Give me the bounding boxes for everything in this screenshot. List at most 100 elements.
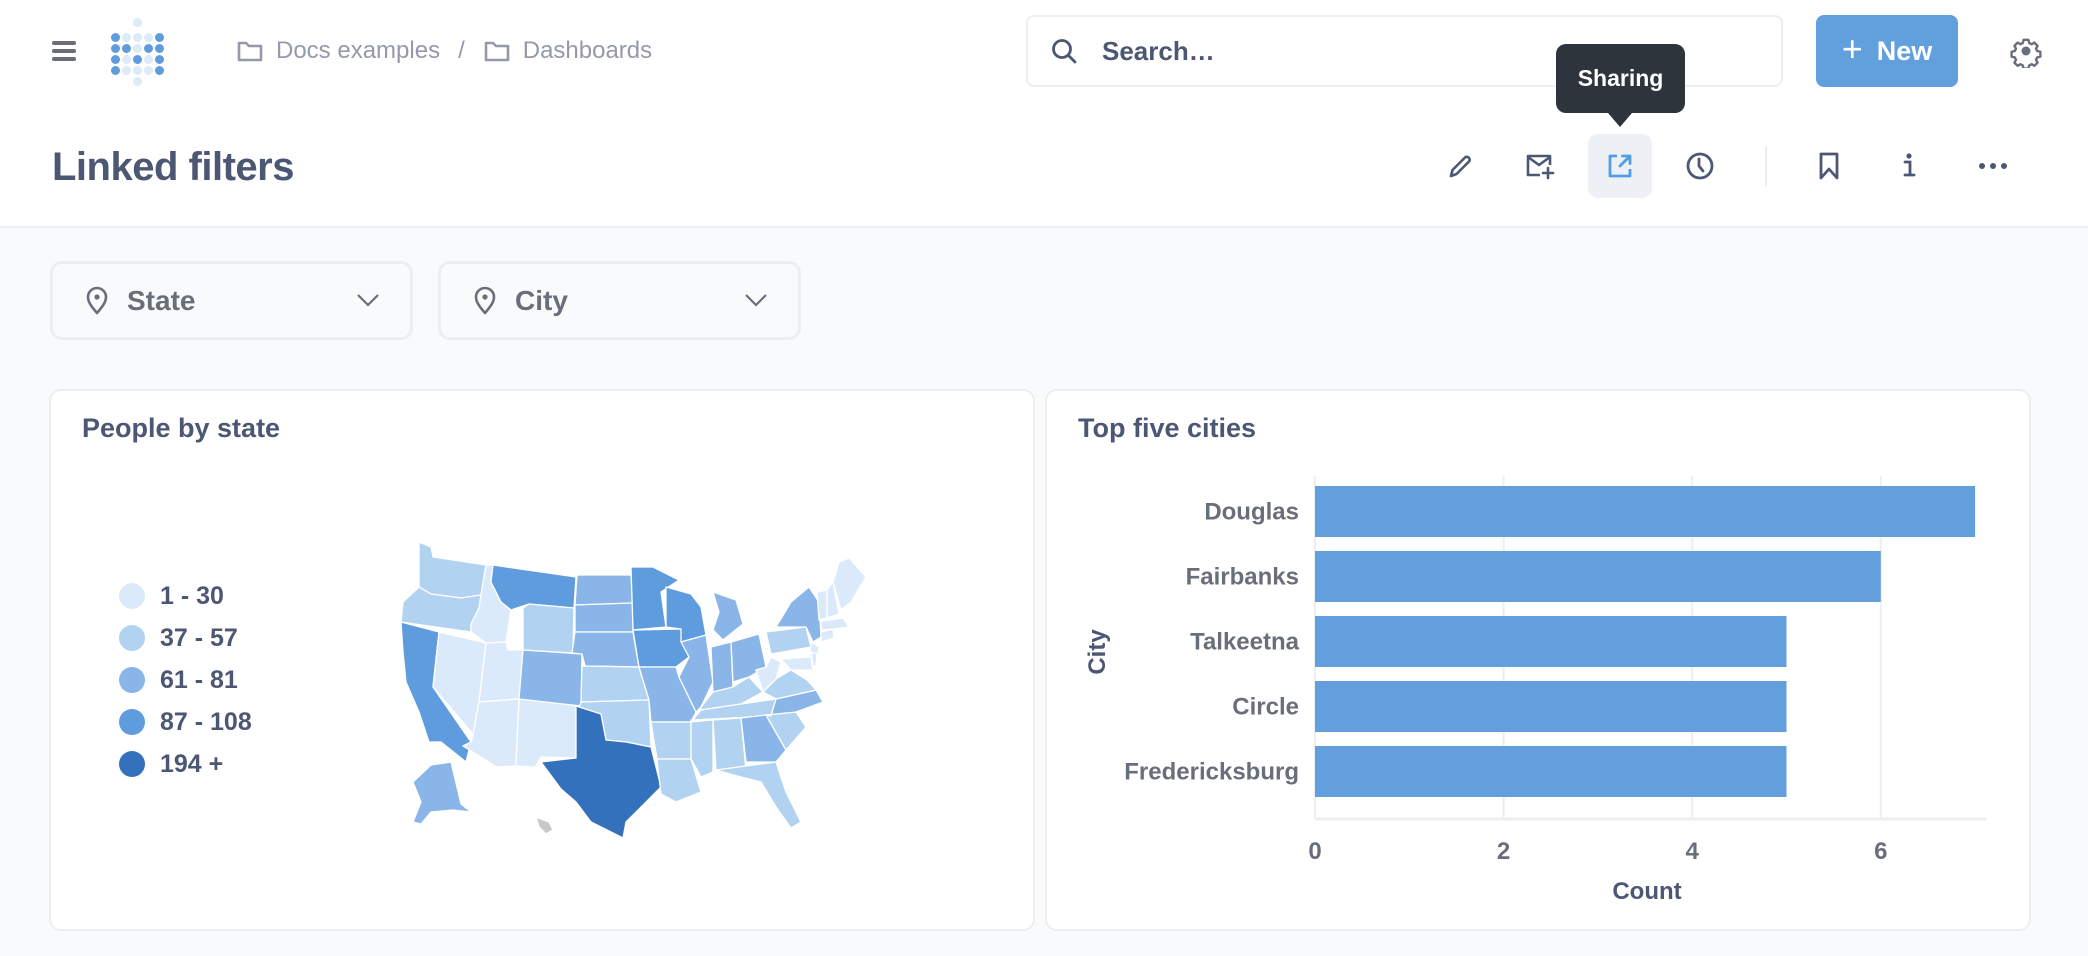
folder-icon — [237, 41, 263, 62]
logo-dot — [133, 18, 142, 27]
chevron-down-icon — [745, 294, 767, 307]
state-ar[interactable] — [650, 721, 692, 760]
card-title[interactable]: People by state — [82, 413, 280, 444]
x-tick-label: 6 — [1874, 838, 1887, 865]
logo-dot — [111, 66, 120, 75]
state-md[interactable] — [780, 656, 814, 671]
x-tick-label: 4 — [1686, 838, 1700, 865]
state-sd[interactable] — [574, 602, 634, 633]
y-category-label: Fredericksburg — [1124, 759, 1299, 786]
edit-button[interactable] — [1428, 134, 1492, 198]
city-filter[interactable]: City — [438, 261, 801, 340]
plus-icon: + — [1841, 28, 1863, 69]
logo-dot — [155, 66, 164, 75]
info-icon — [1903, 153, 1916, 177]
state-filter[interactable]: State — [50, 261, 413, 340]
state-me[interactable] — [832, 557, 867, 611]
breadcrumb: Docs examples / Dashboards — [236, 30, 652, 72]
legend-swatch — [119, 751, 145, 777]
history-button[interactable] — [1668, 134, 1732, 198]
legend-swatch — [119, 709, 145, 735]
people-by-state-card[interactable]: People by state 1 - 30 37 - 57 61 - 81 8… — [49, 389, 1035, 931]
state-mi[interactable] — [712, 591, 744, 641]
x-tick-label: 2 — [1497, 838, 1510, 865]
state-pa[interactable] — [765, 626, 812, 655]
logo-dot — [133, 77, 142, 86]
bar-fairbanks[interactable] — [1315, 551, 1881, 602]
logo-dot — [111, 33, 120, 42]
logo-dot — [122, 55, 131, 64]
logo-dot — [111, 55, 120, 64]
state-hi[interactable] — [535, 816, 554, 835]
logo-dot — [111, 44, 120, 53]
page-title: Linked filters — [52, 145, 294, 189]
legend-label: 37 - 57 — [160, 623, 238, 652]
bar-fredericksburg[interactable] — [1315, 746, 1787, 797]
bookmark-icon — [1819, 152, 1839, 180]
logo-dot — [155, 33, 164, 42]
dashboard-header — [0, 102, 2088, 228]
hamburger-icon[interactable] — [52, 41, 76, 61]
state-mt[interactable] — [490, 564, 577, 611]
state-ak[interactable] — [412, 761, 472, 825]
info-button[interactable] — [1877, 134, 1941, 198]
breadcrumb-dashboards[interactable]: Dashboards — [483, 37, 652, 65]
filter-label: State — [127, 284, 196, 316]
logo-dot — [133, 44, 142, 53]
legend-swatch — [119, 583, 145, 609]
sharing-tooltip: Sharing — [1556, 44, 1685, 127]
bookmark-button[interactable] — [1797, 134, 1861, 198]
state-fl[interactable] — [715, 761, 802, 829]
share-icon — [1608, 154, 1632, 178]
state-nm[interactable] — [515, 698, 577, 768]
legend-item: 61 - 81 — [119, 665, 238, 695]
logo-dot — [155, 55, 164, 64]
legend-item: 37 - 57 — [119, 623, 238, 653]
state-in[interactable] — [710, 641, 734, 693]
us-choropleth-map[interactable] — [391, 531, 911, 851]
logo-dot — [144, 66, 153, 75]
state-al[interactable] — [712, 717, 747, 771]
bar-douglas[interactable] — [1315, 486, 1976, 537]
new-button[interactable]: + New — [1816, 15, 1958, 87]
more-options-button[interactable] — [1961, 134, 2025, 198]
location-pin-icon — [474, 286, 496, 314]
bar-talkeetna[interactable] — [1315, 616, 1787, 667]
y-axis-label: City — [1084, 629, 1111, 675]
legend-swatch — [119, 625, 145, 651]
state-ma[interactable] — [820, 617, 850, 631]
logo-dot — [122, 66, 131, 75]
location-pin-icon — [86, 286, 108, 314]
x-tick-label: 0 — [1308, 838, 1321, 865]
breadcrumb-docs-examples[interactable]: Docs examples — [236, 37, 440, 65]
y-category-label: Talkeetna — [1190, 629, 1300, 656]
breadcrumb-label: Docs examples — [276, 37, 441, 64]
legend-label: 87 - 108 — [160, 707, 252, 736]
state-nd[interactable] — [574, 574, 634, 606]
logo-dot — [144, 44, 153, 53]
logo-dot — [155, 44, 164, 53]
legend-item: 194 + — [119, 749, 223, 779]
header-divider — [1765, 146, 1767, 186]
breadcrumb-separator: / — [458, 37, 465, 64]
sharing-button[interactable] — [1588, 134, 1652, 198]
gear-icon[interactable] — [2009, 34, 2043, 68]
logo-dot — [133, 55, 142, 64]
legend-item: 1 - 30 — [119, 581, 224, 611]
bar-circle[interactable] — [1315, 681, 1787, 732]
state-wy[interactable] — [522, 603, 575, 654]
top-nav-bar: Docs examples / Dashboards + New — [0, 0, 2088, 102]
new-button-label: New — [1876, 35, 1933, 66]
state-vt[interactable] — [816, 589, 828, 621]
state-ks[interactable] — [580, 665, 650, 703]
subscriptions-button[interactable] — [1508, 134, 1572, 198]
metabase-logo[interactable] — [108, 15, 168, 87]
state-ut[interactable] — [478, 641, 524, 703]
state-wa[interactable] — [418, 541, 487, 599]
breadcrumb-label: Dashboards — [522, 37, 653, 64]
chevron-down-icon — [357, 294, 379, 307]
state-ct[interactable] — [820, 628, 835, 643]
top-five-cities-card[interactable]: Top five cities Douglas Fairbanks Talkeetn… — [1045, 389, 2031, 931]
state-co[interactable] — [518, 649, 583, 707]
logo-dot — [144, 55, 153, 64]
